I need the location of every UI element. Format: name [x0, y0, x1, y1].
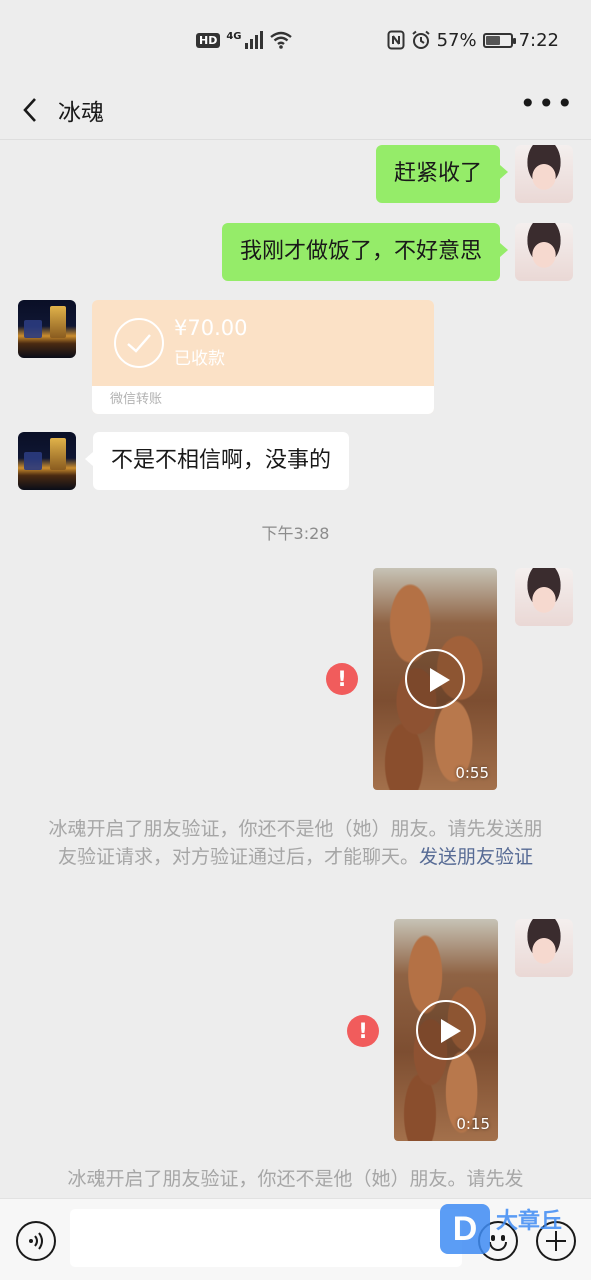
chat-header: 冰魂 ••• — [0, 80, 591, 140]
status-time: 7:22 — [518, 29, 559, 51]
status-bar: HD 4G 57% 7:22 — [0, 0, 591, 80]
message-bubble-other[interactable]: 不是不相信啊，没事的 — [84, 432, 350, 490]
system-notice: 冰魂开启了朋友验证，你还不是他（她）朋友。请先发 — [48, 1165, 543, 1195]
send-verification-link[interactable]: 发送朋友验证 — [419, 846, 533, 868]
video-message[interactable]: 0:15 — [394, 919, 498, 1141]
transfer-card-body: ¥70.00 已收款 — [92, 300, 434, 386]
transfer-amount: ¥70.00 — [174, 316, 248, 340]
transfer-card[interactable]: ¥70.00 已收款 微信转账 — [92, 300, 434, 414]
wifi-icon — [269, 31, 292, 49]
contact-avatar[interactable] — [18, 300, 76, 358]
more-options-button[interactable]: ••• — [519, 89, 575, 130]
voice-icon — [29, 1232, 43, 1250]
alarm-icon — [411, 30, 430, 49]
send-failed-icon[interactable]: ! — [326, 663, 358, 695]
chevron-left-icon — [23, 97, 36, 122]
status-left: HD 4G — [196, 31, 292, 49]
video-message[interactable]: 0:55 — [373, 568, 497, 790]
message-bubble-self[interactable]: 赶紧收了 — [375, 145, 509, 203]
voice-input-button[interactable] — [16, 1221, 56, 1261]
message-bubble-self[interactable]: 我刚才做饭了，不好意思 — [221, 223, 509, 281]
check-mark-icon — [127, 334, 151, 353]
self-avatar[interactable] — [515, 145, 573, 203]
send-failed-icon[interactable]: ! — [347, 1015, 379, 1047]
back-button[interactable] — [16, 90, 44, 130]
self-avatar[interactable] — [515, 223, 573, 281]
nfc-icon — [387, 30, 405, 50]
play-icon[interactable] — [405, 649, 465, 709]
hd-icon: HD — [196, 32, 221, 48]
message-input[interactable] — [70, 1209, 462, 1267]
play-icon[interactable] — [416, 1000, 476, 1060]
video-duration: 0:55 — [455, 764, 489, 782]
watermark: D 大章丘 — [440, 1204, 562, 1254]
self-avatar[interactable] — [515, 568, 573, 626]
status-right: 57% 7:22 — [387, 30, 559, 51]
video-duration: 0:15 — [456, 1115, 490, 1133]
self-avatar[interactable] — [515, 919, 573, 977]
system-notice-text: 冰魂开启了朋友验证，你还不是他（她）朋友。请先发 — [67, 1168, 524, 1190]
battery-percent: 57% — [436, 29, 477, 51]
battery-icon — [482, 32, 516, 48]
check-circle-icon — [114, 318, 164, 368]
transfer-footer: 微信转账 — [92, 386, 434, 414]
watermark-text: 大章丘 — [496, 1209, 563, 1234]
message-timestamp: 下午3:28 — [261, 524, 330, 543]
network-gen-label: 4G — [226, 31, 242, 42]
chat-title: 冰魂 — [58, 99, 104, 126]
watermark-logo: D — [440, 1204, 490, 1254]
contact-avatar[interactable] — [18, 432, 76, 490]
system-notice: 冰魂开启了朋友验证，你还不是他（她）朋友。请先发送朋友验证请求，对方验证通过后，… — [48, 815, 543, 871]
signal-icon — [244, 31, 263, 49]
transfer-status: 已收款 — [174, 349, 225, 369]
